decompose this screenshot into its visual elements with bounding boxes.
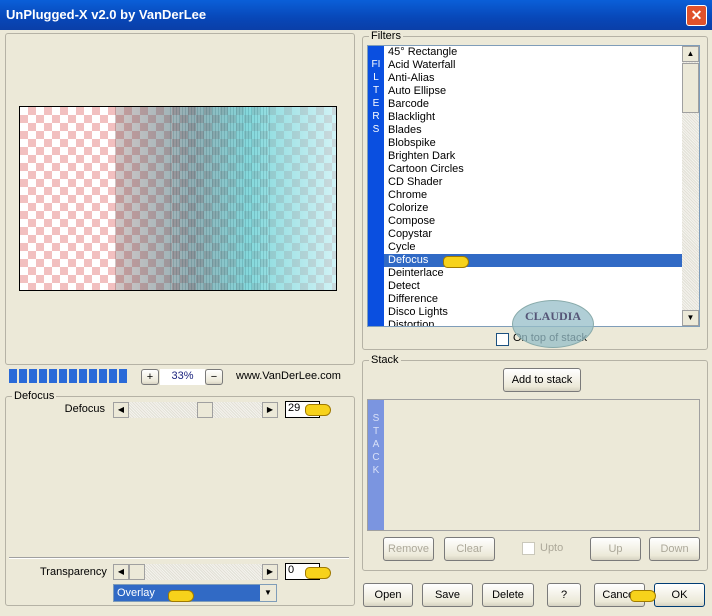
transparency-slider[interactable]: [129, 564, 262, 580]
preview-image: [19, 106, 337, 291]
close-icon: ✕: [690, 7, 703, 23]
filter-item[interactable]: CD Shader: [384, 176, 682, 189]
progress-segment: [79, 369, 87, 383]
filter-item[interactable]: Blacklight: [384, 111, 682, 124]
filter-item[interactable]: Cartoon Circles: [384, 163, 682, 176]
transparency-left-arrow[interactable]: ◀: [113, 564, 129, 580]
filters-group-title: Filters: [369, 30, 403, 42]
progress-segment: [29, 369, 37, 383]
window-title: UnPlugged-X v2.0 by VanDerLee: [6, 7, 207, 22]
filter-item[interactable]: Barcode: [384, 98, 682, 111]
progress-segment: [39, 369, 47, 383]
filter-item[interactable]: Cycle: [384, 241, 682, 254]
delete-button[interactable]: Delete: [482, 583, 534, 607]
progress-segment: [19, 369, 27, 383]
filter-item[interactable]: Copystar: [384, 228, 682, 241]
remove-button[interactable]: Remove: [383, 537, 434, 561]
defocus-slider[interactable]: [129, 402, 262, 418]
up-button[interactable]: Up: [590, 537, 641, 561]
scroll-down-arrow[interactable]: ▼: [682, 310, 699, 326]
progress-bar: [9, 369, 127, 383]
blend-mode-select[interactable]: Overlay ▼: [113, 584, 277, 602]
defocus-slider-thumb[interactable]: [197, 402, 213, 418]
add-to-stack-button[interactable]: Add to stack: [503, 368, 581, 392]
zoom-out-button[interactable]: −: [205, 369, 223, 385]
stack-list[interactable]: STACK: [367, 399, 700, 531]
help-button[interactable]: ?: [547, 583, 581, 607]
progress-segment: [119, 369, 127, 383]
filter-item[interactable]: Blobspike: [384, 137, 682, 150]
filter-item[interactable]: Chrome: [384, 189, 682, 202]
progress-segment: [99, 369, 107, 383]
filter-item[interactable]: Anti-Alias: [384, 72, 682, 85]
upto-label: Upto: [540, 542, 564, 554]
blend-mode-value: Overlay: [117, 587, 155, 599]
filter-item[interactable]: Deinterlace: [384, 267, 682, 280]
filter-item[interactable]: Colorize: [384, 202, 682, 215]
progress-segment: [9, 369, 17, 383]
defocus-label: Defocus: [64, 403, 105, 415]
on-top-of-stack-checkbox[interactable]: [496, 333, 509, 346]
close-button[interactable]: ✕: [686, 5, 707, 26]
progress-segment: [49, 369, 57, 383]
scroll-thumb[interactable]: [682, 63, 699, 113]
progress-segment: [109, 369, 117, 383]
filter-item[interactable]: Compose: [384, 215, 682, 228]
progress-segment: [69, 369, 77, 383]
filter-item[interactable]: 45° Rectangle: [384, 46, 682, 59]
transparency-slider-thumb[interactable]: [129, 564, 145, 580]
pointing-hand-icon: [443, 256, 469, 268]
transparency-label: Transparency: [40, 566, 107, 578]
defocus-left-arrow[interactable]: ◀: [113, 402, 129, 418]
preview-panel: [5, 33, 355, 365]
upto-checkbox[interactable]: [522, 542, 535, 555]
progress-segment: [59, 369, 67, 383]
scroll-up-arrow[interactable]: ▲: [682, 46, 699, 62]
filters-scrollbar[interactable]: ▲ ▼: [682, 46, 699, 326]
zoom-in-button[interactable]: +: [141, 369, 159, 385]
open-button[interactable]: Open: [363, 583, 413, 607]
filters-list[interactable]: FILTERS 45° Rectangle Acid Waterfall Anti-…: [367, 45, 700, 327]
watermark-logo: CLAUDIA: [512, 300, 594, 348]
pointing-hand-icon: [168, 590, 194, 602]
down-button[interactable]: Down: [649, 537, 700, 561]
ok-button[interactable]: OK: [654, 583, 705, 607]
filter-item[interactable]: Brighten Dark: [384, 150, 682, 163]
params-group-title: Defocus: [12, 390, 57, 402]
save-button[interactable]: Save: [422, 583, 473, 607]
filter-item[interactable]: Detect: [384, 280, 682, 293]
stack-side-label: STACK: [368, 400, 384, 530]
filter-item[interactable]: Acid Waterfall: [384, 59, 682, 72]
pointing-hand-icon: [305, 404, 331, 416]
stack-group-title: Stack: [369, 354, 401, 366]
filter-item[interactable]: Defocus: [384, 254, 682, 267]
pointing-hand-icon: [305, 567, 331, 579]
filter-item[interactable]: Auto Ellipse: [384, 85, 682, 98]
filters-side-label: FILTERS: [368, 46, 384, 326]
website-link[interactable]: www.VanDerLee.com: [236, 370, 341, 382]
transparency-right-arrow[interactable]: ▶: [262, 564, 278, 580]
filter-item[interactable]: Blades: [384, 124, 682, 137]
clear-button[interactable]: Clear: [444, 537, 495, 561]
chevron-down-icon[interactable]: ▼: [260, 585, 276, 601]
progress-segment: [89, 369, 97, 383]
pointing-hand-icon: [630, 590, 656, 602]
zoom-level: 33%: [160, 369, 205, 385]
defocus-right-arrow[interactable]: ▶: [262, 402, 278, 418]
title-bar: UnPlugged-X v2.0 by VanDerLee: [0, 0, 712, 30]
